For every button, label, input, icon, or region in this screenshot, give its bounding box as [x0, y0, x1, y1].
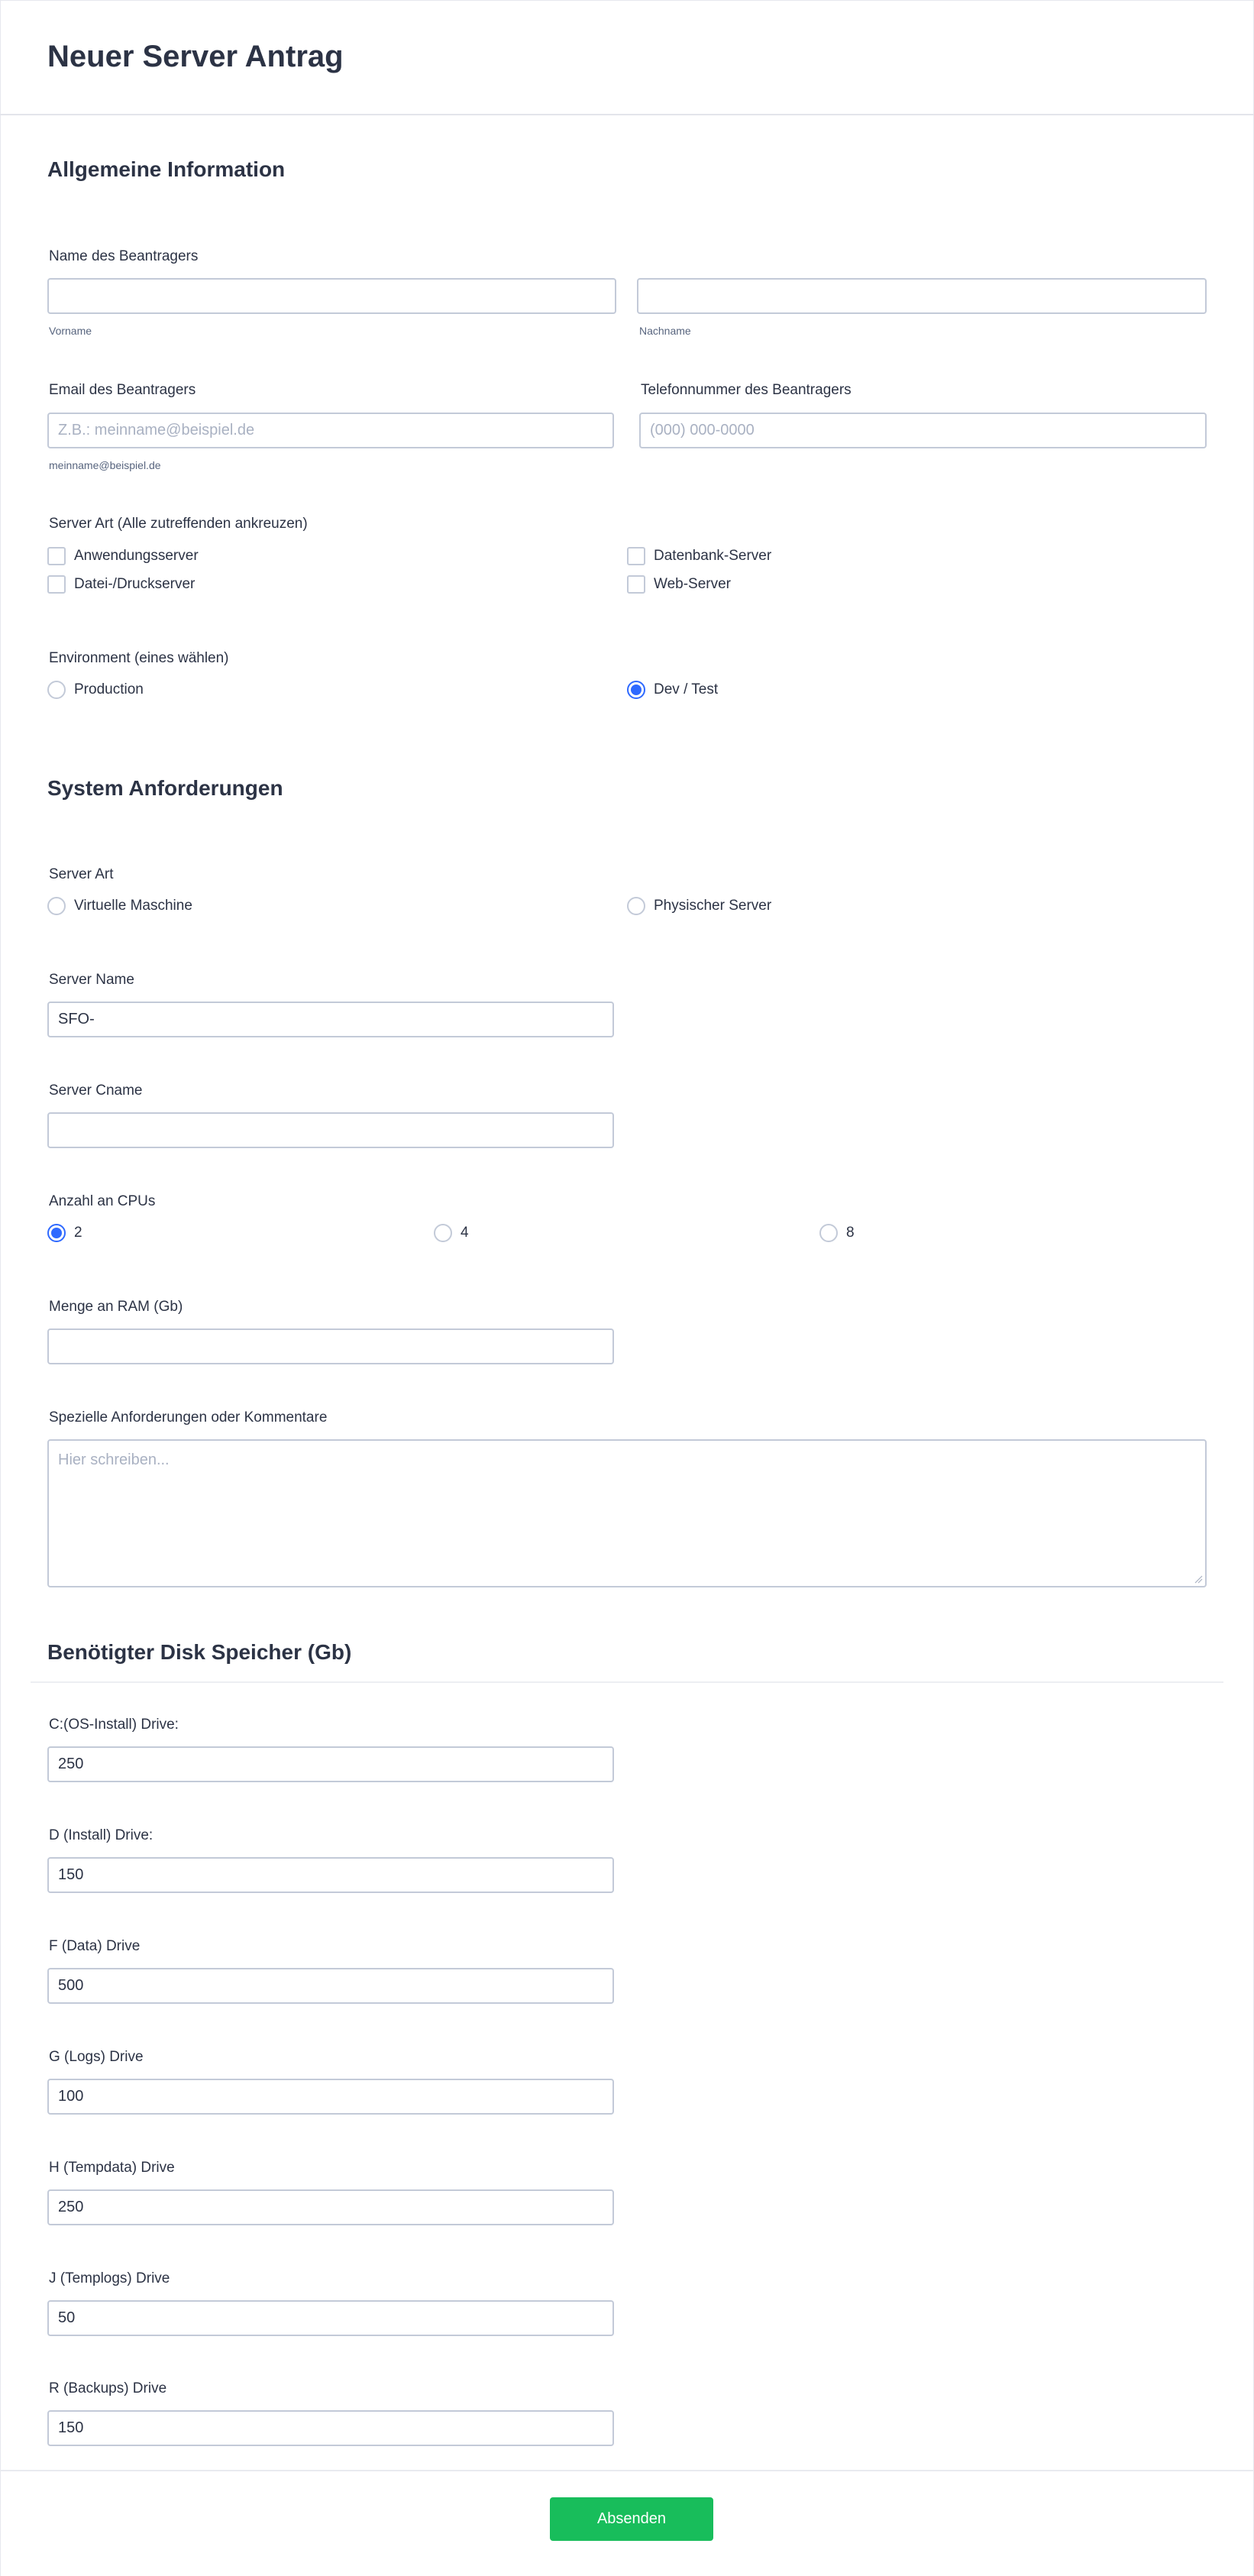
- checkbox[interactable]: [627, 547, 645, 565]
- email-label: Email des Beantragers: [49, 382, 196, 398]
- checkbox-label: Anwendungsserver: [74, 548, 199, 564]
- radio-option-production[interactable]: Production: [47, 679, 144, 701]
- radio-button-selected[interactable]: [47, 1224, 66, 1242]
- section-title-disk: Benötigter Disk Speicher (Gb): [47, 1640, 352, 1664]
- header-divider: [0, 114, 1254, 115]
- radio-label: 4: [461, 1225, 469, 1241]
- checkbox-option-file-print-server[interactable]: Datei-/Druckserver: [47, 574, 195, 595]
- name-label: Name des Beantragers: [49, 248, 199, 264]
- drive-g-input[interactable]: [47, 2079, 614, 2115]
- radio-label: Production: [74, 681, 144, 697]
- radio-button[interactable]: [819, 1224, 838, 1242]
- last-name-input[interactable]: [637, 278, 1207, 314]
- drive-j-label: J (Templogs) Drive: [49, 2270, 170, 2286]
- first-name-sublabel: Vorname: [49, 325, 92, 337]
- first-name-input[interactable]: [47, 278, 616, 314]
- radio-label: Physischer Server: [654, 898, 772, 914]
- server-type-label: Server Art (Alle zutreffenden ankreuzen): [49, 516, 308, 532]
- comments-label: Spezielle Anforderungen oder Kommentare: [49, 1409, 328, 1426]
- drive-d-label: D (Install) Drive:: [49, 1827, 154, 1843]
- checkbox[interactable]: [47, 547, 66, 565]
- drive-f-input[interactable]: [47, 1968, 614, 2004]
- checkbox-option-database-server[interactable]: Datenbank-Server: [627, 545, 771, 567]
- section-title-general: Allgemeine Information: [47, 157, 286, 181]
- cpu-label: Anzahl an CPUs: [49, 1193, 156, 1209]
- email-sublabel: meinname@beispiel.de: [49, 459, 161, 471]
- server-name-input[interactable]: [47, 1002, 614, 1037]
- drive-c-input[interactable]: [47, 1746, 614, 1782]
- radio-option-cpu-4[interactable]: 4: [434, 1222, 469, 1244]
- radio-option-physical-server[interactable]: Physischer Server: [627, 895, 771, 917]
- radio-option-dev-test[interactable]: Dev / Test: [627, 679, 718, 701]
- drive-r-input[interactable]: [47, 2410, 614, 2446]
- last-name-sublabel: Nachname: [639, 325, 691, 337]
- radio-button-selected[interactable]: [627, 681, 645, 699]
- ram-input[interactable]: [47, 1328, 614, 1364]
- drive-h-input[interactable]: [47, 2189, 614, 2225]
- footer-divider: [0, 2470, 1254, 2471]
- radio-label: Dev / Test: [654, 681, 719, 697]
- checkbox[interactable]: [47, 575, 66, 594]
- drive-j-input[interactable]: [47, 2300, 614, 2336]
- phone-label: Telefonnummer des Beantragers: [641, 382, 852, 398]
- comments-textarea[interactable]: [47, 1439, 1207, 1587]
- checkbox[interactable]: [627, 575, 645, 594]
- radio-button[interactable]: [434, 1224, 452, 1242]
- server-kind-label: Server Art: [49, 866, 114, 882]
- server-cname-input[interactable]: [47, 1112, 614, 1148]
- resize-handle-icon[interactable]: [1194, 1574, 1203, 1584]
- drive-h-label: H (Tempdata) Drive: [49, 2160, 175, 2176]
- checkbox-option-web-server[interactable]: Web-Server: [627, 574, 731, 595]
- drive-g-label: G (Logs) Drive: [49, 2049, 144, 2065]
- radio-option-virtual-machine[interactable]: Virtuelle Maschine: [47, 895, 192, 917]
- phone-input[interactable]: [639, 413, 1207, 448]
- drive-c-label: C:(OS-Install) Drive:: [49, 1717, 179, 1733]
- email-input[interactable]: [47, 413, 614, 448]
- radio-option-cpu-2[interactable]: 2: [47, 1222, 82, 1244]
- radio-button[interactable]: [627, 897, 645, 915]
- drive-d-input[interactable]: [47, 1857, 614, 1893]
- server-name-label: Server Name: [49, 972, 134, 988]
- checkbox-label: Datenbank-Server: [654, 548, 772, 564]
- checkbox-option-application-server[interactable]: Anwendungsserver: [47, 545, 199, 567]
- ram-label: Menge an RAM (Gb): [49, 1299, 183, 1315]
- radio-label: 2: [74, 1225, 82, 1241]
- drive-r-label: R (Backups) Drive: [49, 2380, 167, 2396]
- checkbox-label: Web-Server: [654, 576, 732, 592]
- environment-label: Environment (eines wählen): [49, 650, 229, 666]
- radio-button[interactable]: [47, 897, 66, 915]
- checkbox-label: Datei-/Druckserver: [74, 576, 196, 592]
- server-cname-label: Server Cname: [49, 1083, 143, 1099]
- submit-button[interactable]: Absenden: [550, 2497, 713, 2541]
- radio-option-cpu-8[interactable]: 8: [819, 1222, 855, 1244]
- radio-button[interactable]: [47, 681, 66, 699]
- drive-f-label: F (Data) Drive: [49, 1938, 141, 1954]
- section-divider: [31, 1681, 1223, 1683]
- page-title: Neuer Server Antrag: [47, 40, 344, 73]
- radio-label: Virtuelle Maschine: [74, 898, 192, 914]
- section-title-system: System Anforderungen: [47, 776, 283, 800]
- radio-label: 8: [846, 1225, 855, 1241]
